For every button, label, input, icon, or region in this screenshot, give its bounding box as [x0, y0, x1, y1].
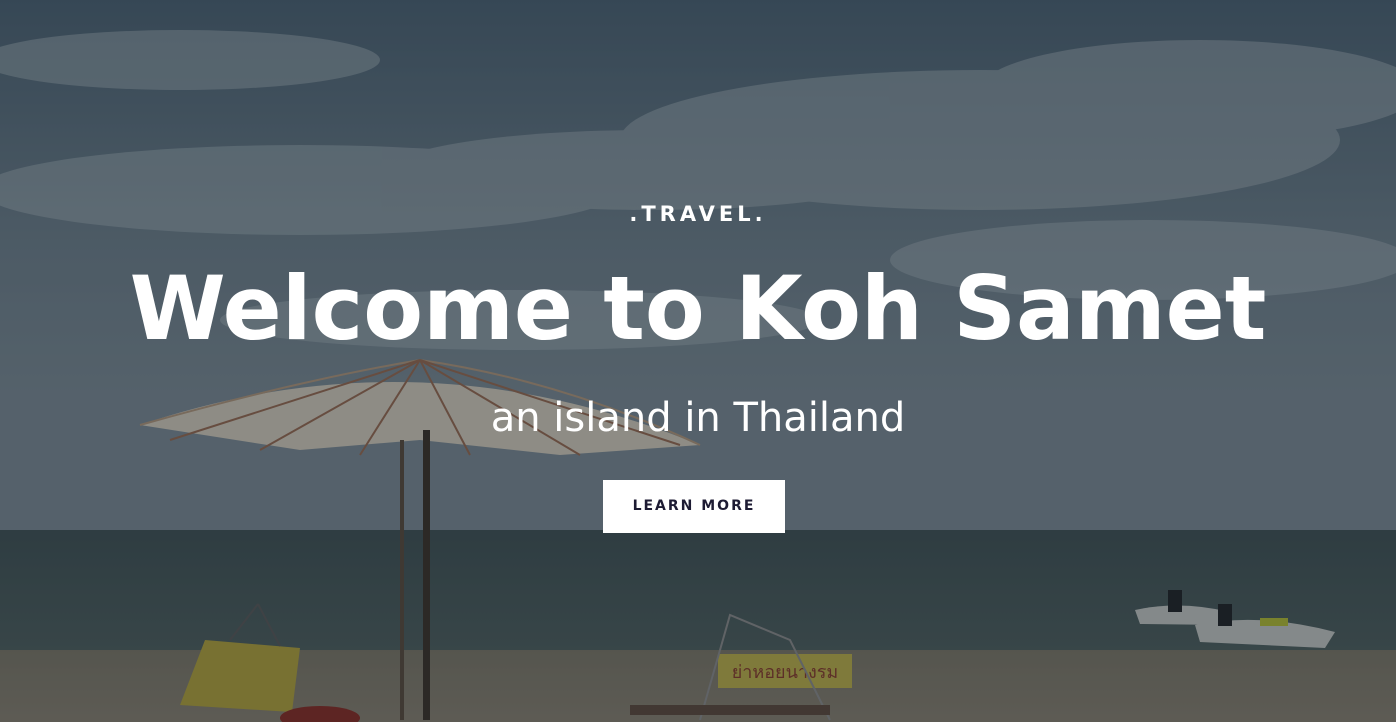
learn-more-button[interactable]: LEARN MORE [603, 480, 785, 533]
hero-subtitle: an island in Thailand [490, 395, 906, 441]
eyebrow-text: .TRAVEL. [629, 202, 767, 226]
hero-section: ย่าหอยนางรม .TRAVEL. Welcome to Koh Same… [0, 0, 1396, 722]
page-title: Welcome to Koh Samet [129, 257, 1267, 360]
hero-content: .TRAVEL. Welcome to Koh Samet an island … [0, 0, 1396, 722]
